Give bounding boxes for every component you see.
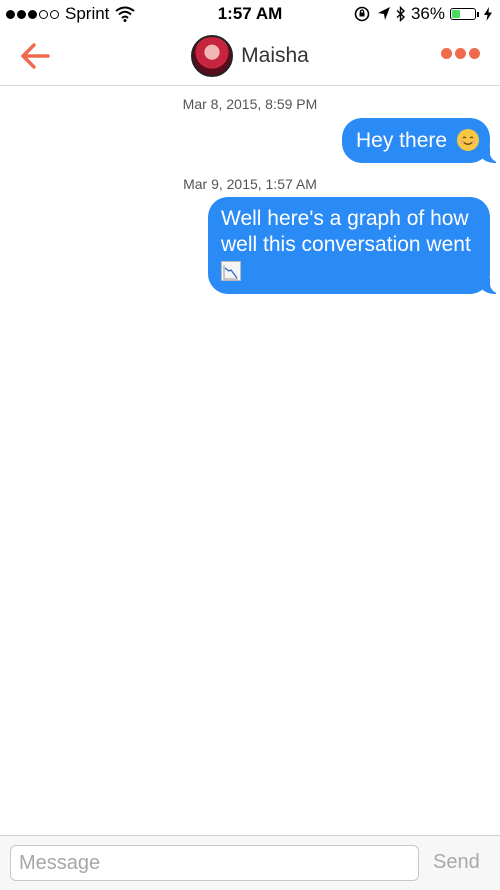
message-composer: Send <box>0 835 500 890</box>
more-dot <box>469 48 480 59</box>
battery-level <box>452 10 460 18</box>
message-text-line: Well here's a graph of how <box>221 207 469 230</box>
charging-bolt-icon <box>484 7 492 21</box>
chart-decreasing-emoji <box>221 261 241 281</box>
message-text-line: well this conversation went <box>221 233 471 256</box>
bluetooth-icon <box>396 6 405 22</box>
status-right: 36% <box>354 4 492 24</box>
message-bubble[interactable]: Well here's a graph of how well this con… <box>208 197 500 294</box>
status-bar: Sprint 1:57 AM 36% <box>0 0 500 30</box>
more-dots-icon[interactable] <box>441 48 480 59</box>
message-timestamp: Mar 9, 2015, 1:57 AM <box>183 176 317 192</box>
message-text: Hey there <box>356 129 448 152</box>
more-dot <box>455 48 466 59</box>
more-dot <box>441 48 452 59</box>
message-input[interactable] <box>10 845 419 881</box>
message-bubble[interactable]: Hey there <box>342 118 500 163</box>
contact-info[interactable]: Maisha <box>0 35 500 77</box>
rotation-lock-icon <box>354 6 370 22</box>
avatar[interactable] <box>191 35 234 77</box>
contact-name[interactable]: Maisha <box>241 44 309 68</box>
bubble-tail <box>478 145 500 163</box>
location-arrow-icon <box>377 7 390 20</box>
smiling-face-emoji <box>456 129 479 151</box>
message-timestamp: Mar 8, 2015, 8:59 PM <box>182 96 318 112</box>
battery-percent: 36% <box>410 4 445 23</box>
bubble-tail <box>478 276 500 294</box>
battery-cap <box>477 11 479 17</box>
conversation-header: Maisha <box>0 30 500 86</box>
battery-icon <box>450 8 476 20</box>
send-button[interactable]: Send <box>433 851 480 874</box>
